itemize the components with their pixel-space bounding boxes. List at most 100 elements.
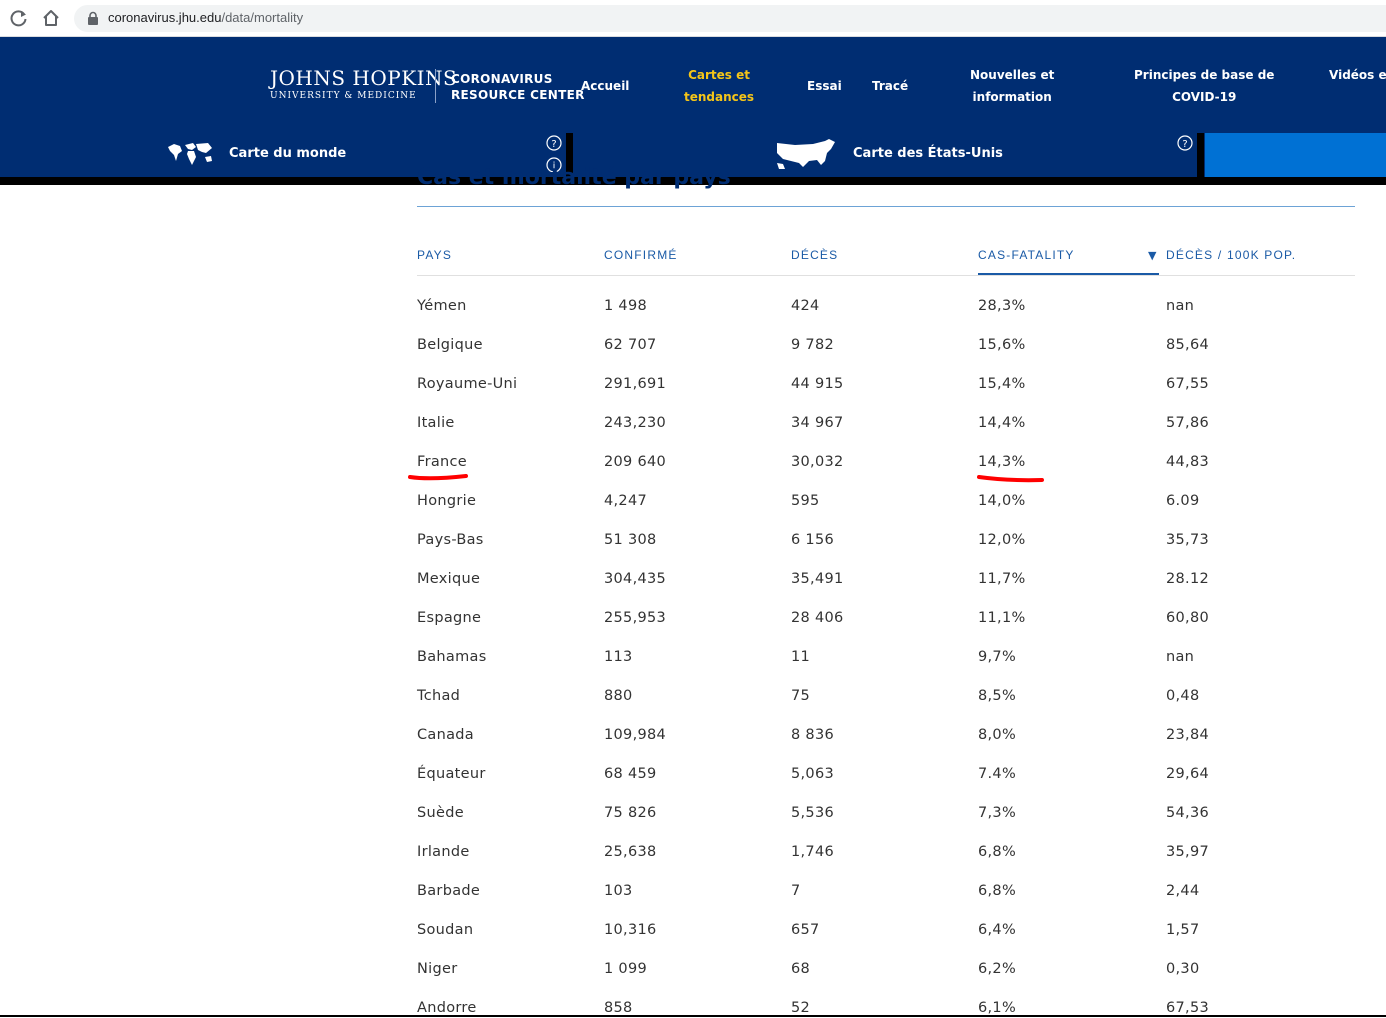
cell-confirme: 75 826	[604, 805, 657, 821]
resource-center-title[interactable]: CORONAVIRUS RESOURCE CENTER	[451, 71, 585, 103]
cell-deces: 6 156	[791, 532, 835, 548]
cell-deces: 75	[791, 688, 811, 704]
us-map-tab[interactable]: Carte des États-Unis	[853, 146, 1003, 161]
nav-trace[interactable]: Tracé	[872, 75, 908, 97]
cell-pays: Équateur	[417, 766, 486, 782]
col-header-deces-100k[interactable]: DÉCÈS / 100K POP.	[1166, 248, 1296, 262]
cell-confirme: 51 308	[604, 532, 657, 548]
cell-deces: 1,746	[791, 844, 835, 860]
cell-deces: 7	[791, 883, 801, 899]
world-map-tab[interactable]: Carte du monde	[229, 146, 346, 161]
cell-pays: Irlande	[417, 844, 470, 860]
cell-pays: Mexique	[417, 571, 481, 587]
cell-pays: Canada	[417, 727, 474, 743]
cell-deces: 8 836	[791, 727, 835, 743]
cell-deces: 5,536	[791, 805, 835, 821]
cell-deces-100k: 35,73	[1166, 532, 1210, 548]
cell-deces-100k: 23,84	[1166, 727, 1210, 743]
url-text: coronavirus.jhu.edu/data/mortality	[108, 10, 304, 25]
table-row[interactable]: Équateur 68 459 5,063 7.4% 29,64	[417, 756, 1355, 795]
col-header-pays[interactable]: PAYS	[417, 248, 452, 262]
help-icon[interactable]: ?	[546, 135, 562, 151]
cell-cas-fatality: 7.4%	[978, 766, 1017, 782]
cell-confirme: 243,230	[604, 415, 667, 431]
nav-principes[interactable]: Principes de base de COVID-19	[1134, 64, 1274, 108]
jhu-logo[interactable]: JOHNS HOPKINS UNIVERSITY & MEDICINE	[270, 67, 457, 101]
cell-confirme: 4,247	[604, 493, 648, 509]
svg-text:?: ?	[551, 139, 556, 150]
cell-confirme: 255,953	[604, 610, 667, 626]
cell-deces-100k: nan	[1166, 649, 1195, 665]
table-row[interactable]: Barbade 103 7 6,8% 2,44	[417, 873, 1355, 912]
table-row[interactable]: France 209 640 30,032 14,3% 44,83	[417, 444, 1355, 483]
col-header-cas-fatality[interactable]: CAS-FATALITY	[978, 248, 1075, 262]
cell-cas-fatality: 11,7%	[978, 571, 1026, 587]
nav-videos[interactable]: Vidéos e	[1329, 64, 1386, 86]
cell-deces-100k: 6.09	[1166, 493, 1200, 509]
nav-nouvelles[interactable]: Nouvelles et information	[970, 64, 1054, 108]
table-row[interactable]: Hongrie 4,247 595 14,0% 6.09	[417, 483, 1355, 522]
cell-confirme: 880	[604, 688, 633, 704]
nav-essai[interactable]: Essai	[807, 75, 842, 97]
nav-cartes-tendances[interactable]: Cartes et tendances	[684, 64, 754, 108]
cell-deces-100k: 57,86	[1166, 415, 1210, 431]
cell-deces-100k: 54,36	[1166, 805, 1210, 821]
cell-deces-100k: 67,53	[1166, 1000, 1210, 1016]
cell-deces: 5,063	[791, 766, 835, 782]
cell-confirme: 25,638	[604, 844, 657, 860]
address-bar[interactable]: coronavirus.jhu.edu/data/mortality	[74, 5, 1386, 32]
table-row[interactable]: Belgique 62 707 9 782 15,6% 85,64	[417, 327, 1355, 366]
cell-cas-fatality: 6,4%	[978, 922, 1017, 938]
map-tab-divider	[1197, 133, 1204, 177]
cell-confirme: 209 640	[604, 454, 667, 470]
cell-deces-100k: 0,30	[1166, 961, 1200, 977]
cell-deces-100k: nan	[1166, 298, 1195, 314]
col-header-confirme[interactable]: CONFIRMÉ	[604, 248, 678, 262]
col-header-deces[interactable]: DÉCÈS	[791, 248, 838, 262]
help-icon[interactable]: ?	[1177, 135, 1193, 151]
table-row[interactable]: Irlande 25,638 1,746 6,8% 35,97	[417, 834, 1355, 873]
cell-cas-fatality: 14,4%	[978, 415, 1026, 431]
sorted-column-underline	[978, 273, 1159, 275]
cell-pays: Belgique	[417, 337, 483, 353]
third-map-tab[interactable]	[1205, 133, 1386, 177]
table-row[interactable]: Yémen 1 498 424 28,3% nan	[417, 288, 1355, 327]
cell-pays: Royaume-Uni	[417, 376, 518, 392]
cell-deces: 595	[791, 493, 820, 509]
table-row[interactable]: Canada 109,984 8 836 8,0% 23,84	[417, 717, 1355, 756]
logo-main: JOHNS HOPKINS	[270, 66, 458, 90]
cell-confirme: 68 459	[604, 766, 657, 782]
table-row[interactable]: Royaume-Uni 291,691 44 915 15,4% 67,55	[417, 366, 1355, 405]
table-row[interactable]: Mexique 304,435 35,491 11,7% 28.12	[417, 561, 1355, 600]
cell-cas-fatality: 6,1%	[978, 1000, 1017, 1016]
table-row[interactable]: Italie 243,230 34 967 14,4% 57,86	[417, 405, 1355, 444]
cell-deces-100k: 28.12	[1166, 571, 1210, 587]
home-icon[interactable]	[40, 7, 62, 29]
reload-icon[interactable]	[8, 7, 30, 29]
bottom-border	[0, 1015, 1386, 1017]
nav-accueil[interactable]: Accueil	[581, 75, 629, 97]
cell-deces: 28 406	[791, 610, 844, 626]
cell-pays: Hongrie	[417, 493, 477, 509]
sort-desc-icon[interactable]: ▼	[1148, 249, 1156, 262]
cell-cas-fatality: 6,8%	[978, 844, 1017, 860]
cell-confirme: 291,691	[604, 376, 667, 392]
cell-confirme: 113	[604, 649, 633, 665]
cell-confirme: 10,316	[604, 922, 657, 938]
section-heading: Cas et mortalité par pays	[417, 165, 731, 190]
cell-deces: 44 915	[791, 376, 844, 392]
table-row[interactable]: Soudan 10,316 657 6,4% 1,57	[417, 912, 1355, 951]
table-row[interactable]: Niger 1 099 68 6,2% 0,30	[417, 951, 1355, 990]
table-row[interactable]: Bahamas 113 11 9,7% nan	[417, 639, 1355, 678]
cell-deces-100k: 35,97	[1166, 844, 1210, 860]
table-row[interactable]: Suède 75 826 5,536 7,3% 54,36	[417, 795, 1355, 834]
table-row[interactable]: Pays-Bas 51 308 6 156 12,0% 35,73	[417, 522, 1355, 561]
svg-text:?: ?	[1182, 139, 1187, 150]
table-row[interactable]: Andorre 858 52 6,1% 67,53	[417, 990, 1355, 1018]
table-row[interactable]: Espagne 255,953 28 406 11,1% 60,80	[417, 600, 1355, 639]
cell-deces-100k: 2,44	[1166, 883, 1200, 899]
table-row[interactable]: Tchad 880 75 8,5% 0,48	[417, 678, 1355, 717]
cell-deces-100k: 60,80	[1166, 610, 1210, 626]
world-map-icon	[168, 143, 212, 165]
cell-deces: 657	[791, 922, 820, 938]
